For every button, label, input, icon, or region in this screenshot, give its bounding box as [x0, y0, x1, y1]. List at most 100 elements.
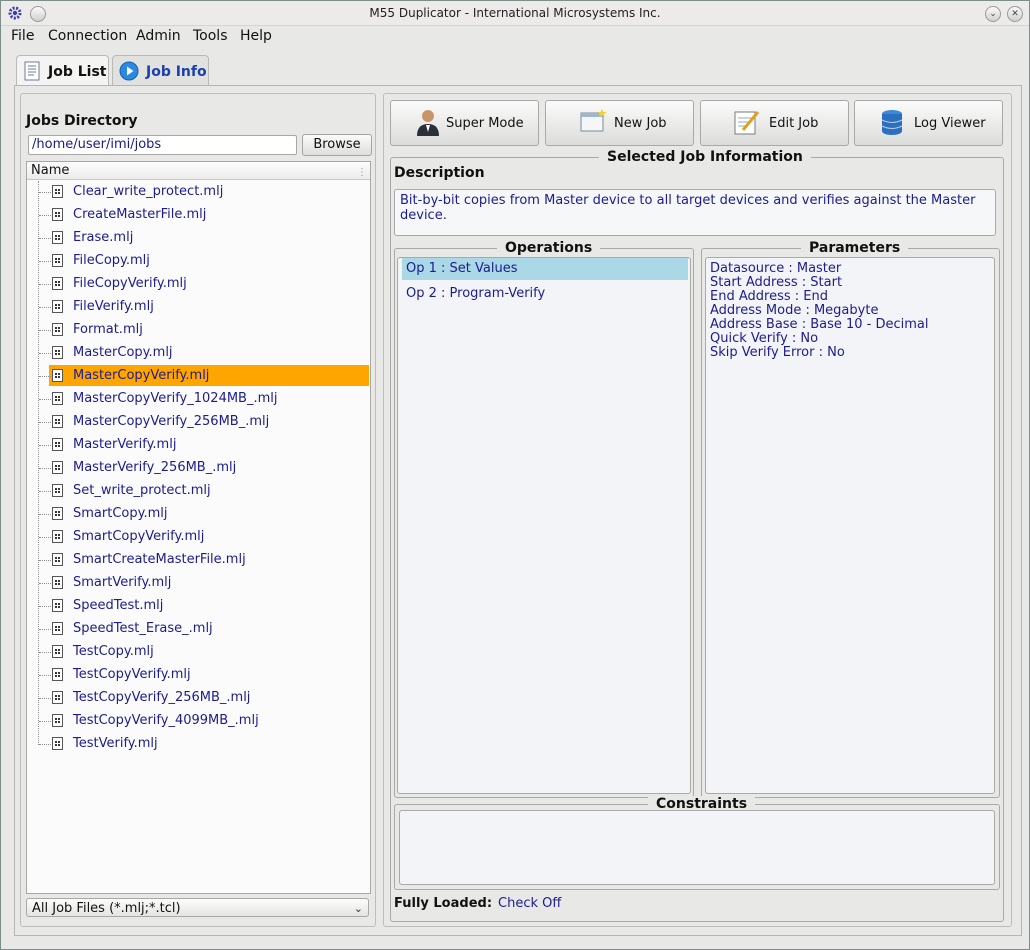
file-icon	[52, 691, 63, 704]
browse-button[interactable]: Browse	[302, 134, 372, 156]
operations-list[interactable]: Op 1 : Set Values Op 2 : Program-Verify	[397, 257, 691, 794]
list-item[interactable]: Format.mlj	[27, 319, 370, 341]
column-header-label: Name	[31, 163, 70, 178]
parameters-text: Datasource : Master Start Address : Star…	[710, 262, 929, 360]
file-icon	[52, 254, 63, 267]
list-item[interactable]: TestCopyVerify_256MB_.mlj	[27, 687, 370, 709]
tree-branch-line	[39, 537, 51, 538]
new-job-button[interactable]: New Job	[545, 100, 694, 146]
file-icon	[52, 392, 63, 405]
list-item[interactable]: MasterCopyVerify_256MB_.mlj	[27, 411, 370, 433]
parameter-line: Address Base : Base 10 - Decimal	[710, 317, 929, 332]
edit-notepad-icon	[734, 111, 760, 135]
list-item[interactable]: MasterVerify_256MB_.mlj	[27, 457, 370, 479]
database-icon	[881, 110, 903, 135]
list-item[interactable]: TestCopy.mlj	[27, 641, 370, 663]
file-name: FileCopyVerify.mlj	[73, 276, 187, 291]
file-icon	[52, 645, 63, 658]
path-input[interactable]: /home/user/imi/jobs	[28, 135, 297, 155]
file-icon	[52, 484, 63, 497]
tree-branch-line	[39, 399, 51, 400]
menu-connection[interactable]: Connection	[48, 28, 127, 44]
file-filter-value: All Job Files (*.mlj;*.tcl)	[32, 901, 181, 916]
constraints-box	[399, 810, 995, 885]
file-name: SmartCopyVerify.mlj	[73, 529, 205, 544]
file-icon	[52, 530, 63, 543]
file-name: Set_write_protect.mlj	[73, 483, 211, 498]
menu-tools[interactable]: Tools	[193, 28, 228, 44]
file-icon	[52, 277, 63, 290]
window-title: M55 Duplicator - International Microsyst…	[369, 6, 661, 20]
column-header-name[interactable]: Name ⋮	[27, 162, 370, 180]
tree-branch-line	[39, 721, 51, 722]
operation-item[interactable]: Op 1 : Set Values	[402, 258, 688, 280]
tab-label: Job Info	[146, 64, 207, 80]
chevron-down-icon: ⌄	[353, 902, 363, 915]
list-item[interactable]: TestCopyVerify.mlj	[27, 664, 370, 686]
list-item[interactable]: SpeedTest.mlj	[27, 595, 370, 617]
edit-job-button[interactable]: Edit Job	[700, 100, 849, 146]
file-filter-select[interactable]: All Job Files (*.mlj;*.tcl) ⌄	[26, 898, 369, 917]
list-item[interactable]: FileVerify.mlj	[27, 296, 370, 318]
button-label: Super Mode	[446, 116, 524, 131]
file-name: TestCopy.mlj	[73, 644, 154, 659]
tree-branch-line	[39, 606, 51, 607]
list-item[interactable]: SmartVerify.mlj	[27, 572, 370, 594]
log-viewer-button[interactable]: Log Viewer	[854, 100, 1003, 146]
tree-branch-line	[39, 376, 51, 377]
list-item[interactable]: SpeedTest_Erase_.mlj	[27, 618, 370, 640]
file-name: Format.mlj	[73, 322, 143, 337]
file-icon	[52, 737, 63, 750]
file-icon	[52, 668, 63, 681]
file-name: TestVerify.mlj	[73, 736, 158, 751]
list-item[interactable]: Set_write_protect.mlj	[27, 480, 370, 502]
list-item[interactable]: TestVerify.mlj	[27, 733, 370, 755]
operation-item[interactable]: Op 2 : Program-Verify	[402, 283, 688, 305]
list-item[interactable]: MasterCopy.mlj	[27, 342, 370, 364]
list-item[interactable]: MasterVerify.mlj	[27, 434, 370, 456]
file-name: TestCopyVerify.mlj	[73, 667, 191, 682]
tree-branch-line	[39, 422, 51, 423]
list-item[interactable]: FileCopyVerify.mlj	[27, 273, 370, 295]
tab-job-list[interactable]: Job List	[16, 55, 109, 87]
list-item[interactable]: FileCopy.mlj	[27, 250, 370, 272]
parameter-line: Skip Verify Error : No	[710, 345, 845, 360]
tree-branch-line	[39, 353, 51, 354]
user-icon	[417, 110, 439, 136]
tab-job-info[interactable]: Job Info	[112, 55, 209, 86]
button-label: Edit Job	[769, 116, 819, 131]
play-circle-icon	[119, 61, 139, 81]
list-item[interactable]: CreateMasterFile.mlj	[27, 204, 370, 226]
tree-branch-line	[39, 675, 51, 676]
minimize-button[interactable]: ⌄	[985, 6, 1001, 22]
tree-branch-line	[39, 652, 51, 653]
new-window-icon	[580, 109, 607, 132]
fully-loaded-label: Fully Loaded:	[394, 896, 493, 911]
menu-file[interactable]: File	[11, 28, 34, 44]
tree-branch-line	[39, 629, 51, 630]
super-mode-button[interactable]: Super Mode	[390, 100, 539, 146]
file-icon	[52, 323, 63, 336]
title-bar[interactable]: M55 Duplicator - International Microsyst…	[1, 1, 1029, 26]
menu-help[interactable]: Help	[240, 28, 272, 44]
menu-admin[interactable]: Admin	[136, 28, 181, 44]
list-item[interactable]: MasterCopyVerify.mlj	[27, 365, 370, 387]
job-file-tree[interactable]: Name ⋮ Clear_write_protect.mlj CreateMast…	[26, 161, 371, 894]
tree-branch-line	[39, 284, 51, 285]
list-item[interactable]: SmartCreateMasterFile.mlj	[27, 549, 370, 571]
tree-branch-line	[39, 330, 51, 331]
column-grip-icon: ⋮	[357, 167, 367, 178]
tab-label: Job List	[48, 64, 107, 80]
list-item[interactable]: Clear_write_protect.mlj	[27, 181, 370, 203]
close-button[interactable]: ✕	[1007, 6, 1023, 22]
list-item[interactable]: Erase.mlj	[27, 227, 370, 249]
list-item[interactable]: MasterCopyVerify_1024MB_.mlj	[27, 388, 370, 410]
menu-bar: File Connection Admin Tools Help	[1, 25, 1029, 47]
parameter-line: End Address : End	[710, 289, 828, 304]
tree-branch-line	[39, 468, 51, 469]
list-item[interactable]: SmartCopyVerify.mlj	[27, 526, 370, 548]
list-item[interactable]: SmartCopy.mlj	[27, 503, 370, 525]
list-item[interactable]: TestCopyVerify_4099MB_.mlj	[27, 710, 370, 732]
file-icon	[52, 208, 63, 221]
file-name: SmartCreateMasterFile.mlj	[73, 552, 246, 567]
